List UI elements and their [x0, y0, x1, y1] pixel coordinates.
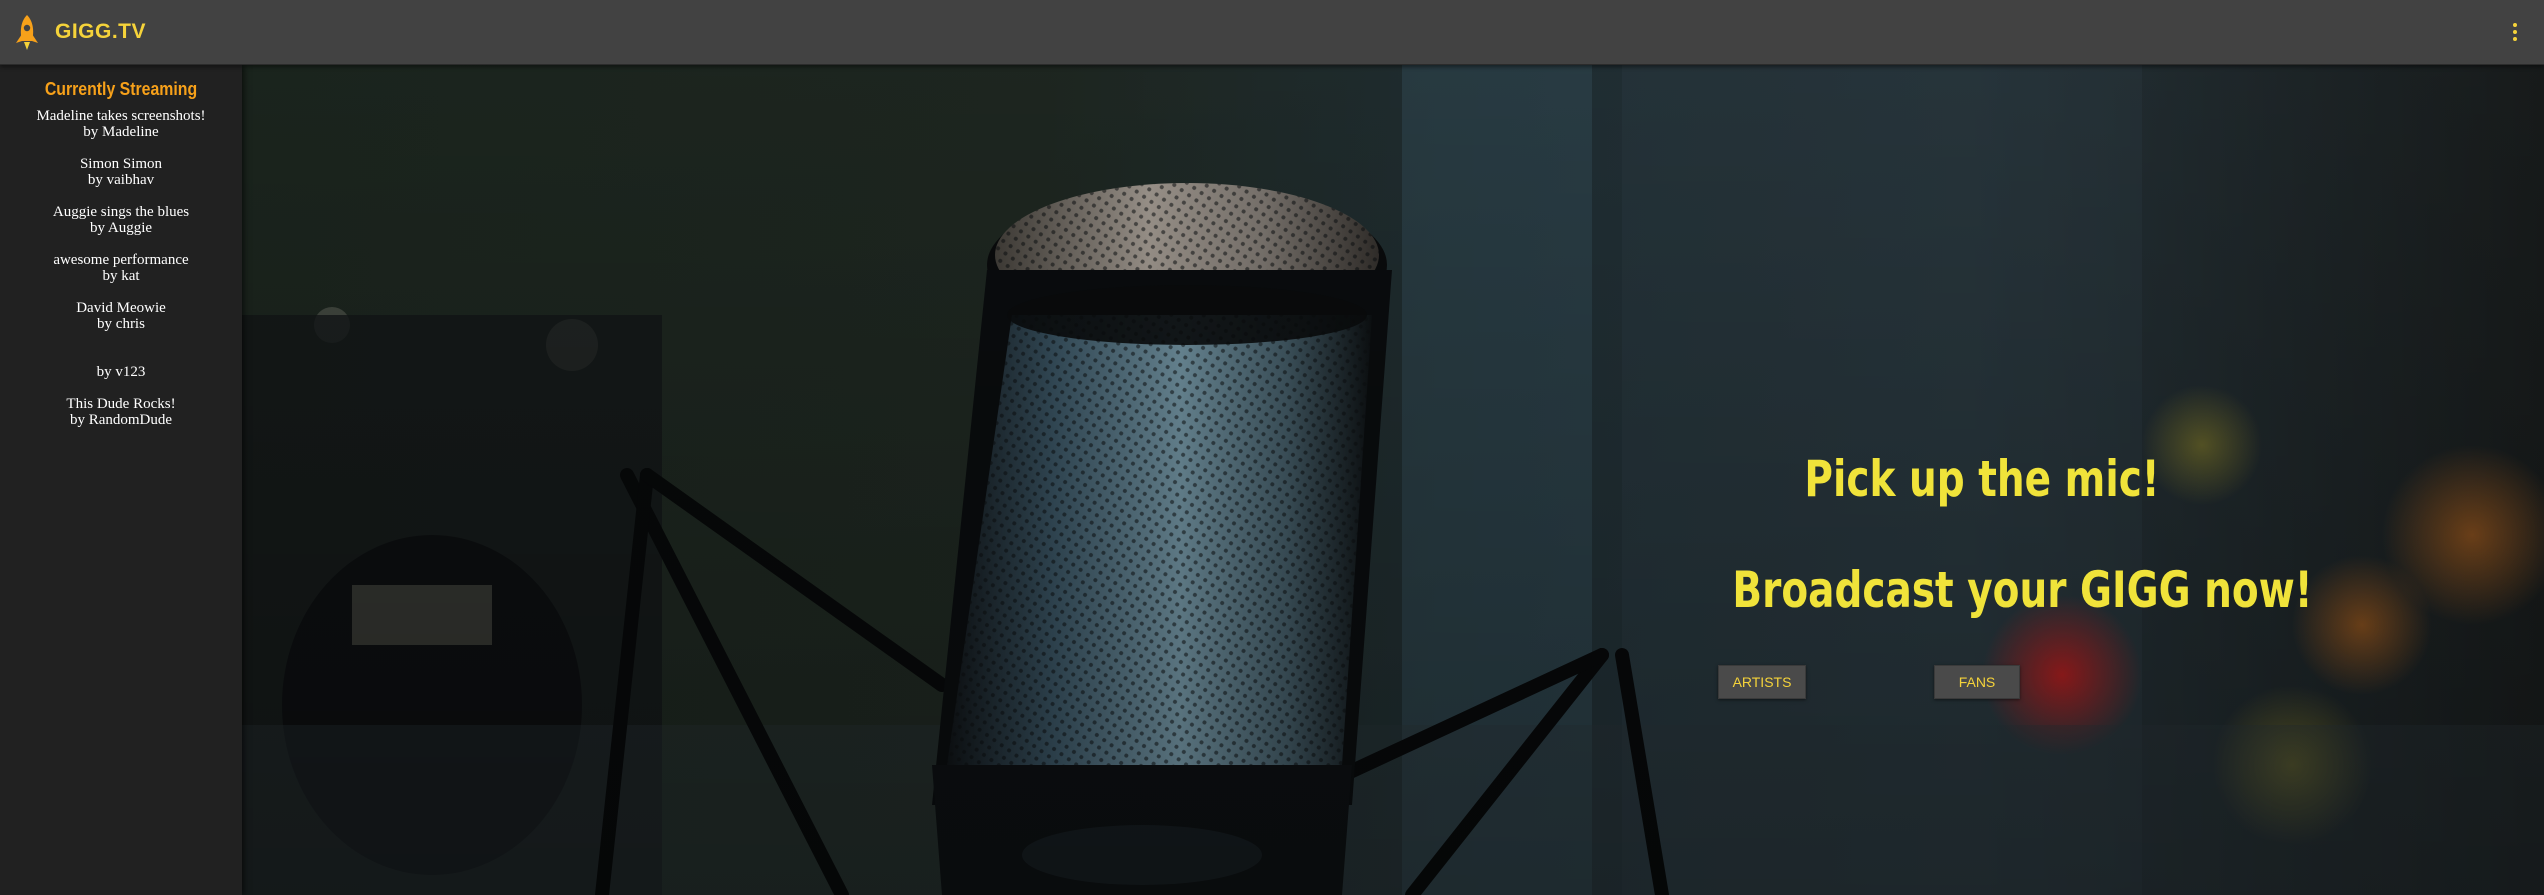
sidebar-title: Currently Streaming [44, 79, 198, 99]
hero-headline: Pick up the mic! [1804, 450, 2160, 508]
stream-item[interactable]: awesome performance by kat [0, 252, 242, 284]
stream-author: by v123 [96, 364, 146, 380]
more-vert-icon[interactable] [2508, 20, 2522, 44]
stream-author: by chris [97, 316, 145, 332]
stream-title: Auggie sings the blues [52, 204, 190, 220]
hero-section: Pick up the mic! Broadcast your GIGG now… [242, 65, 2544, 895]
stream-author: by vaibhav [87, 172, 155, 188]
stream-item[interactable]: David Meowie by chris [0, 300, 242, 332]
stream-author: by RandomDude [69, 412, 173, 428]
hero-subheadline: Broadcast your GIGG now! [1732, 561, 2313, 619]
stream-item[interactable]: Simon Simon by vaibhav [0, 156, 242, 188]
stream-list: Madeline takes screenshots! by Madeline … [0, 108, 242, 428]
stream-title [0, 348, 242, 364]
stream-author: by Auggie [89, 220, 153, 236]
stream-title: Madeline takes screenshots! [36, 108, 206, 124]
brand-title[interactable]: GIGG.TV [55, 20, 146, 44]
stream-item[interactable]: Madeline takes screenshots! by Madeline [0, 108, 242, 140]
stream-title: This Dude Rocks! [66, 396, 176, 412]
sidebar: Currently Streaming Madeline takes scree… [0, 65, 242, 895]
artists-button[interactable]: ARTISTS [1718, 665, 1806, 699]
stream-title: David Meowie [76, 300, 166, 316]
rocket-icon[interactable] [12, 13, 42, 53]
stream-title: Simon Simon [79, 156, 163, 172]
stream-item[interactable]: by v123 [0, 348, 242, 380]
top-app-bar: GIGG.TV [0, 0, 2544, 65]
stream-item[interactable]: This Dude Rocks! by RandomDude [0, 396, 242, 428]
stream-author: by kat [102, 268, 140, 284]
stream-item[interactable]: Auggie sings the blues by Auggie [0, 204, 242, 236]
fans-button[interactable]: FANS [1934, 665, 2020, 699]
stream-author: by Madeline [83, 124, 159, 140]
stream-title: awesome performance [53, 252, 189, 268]
